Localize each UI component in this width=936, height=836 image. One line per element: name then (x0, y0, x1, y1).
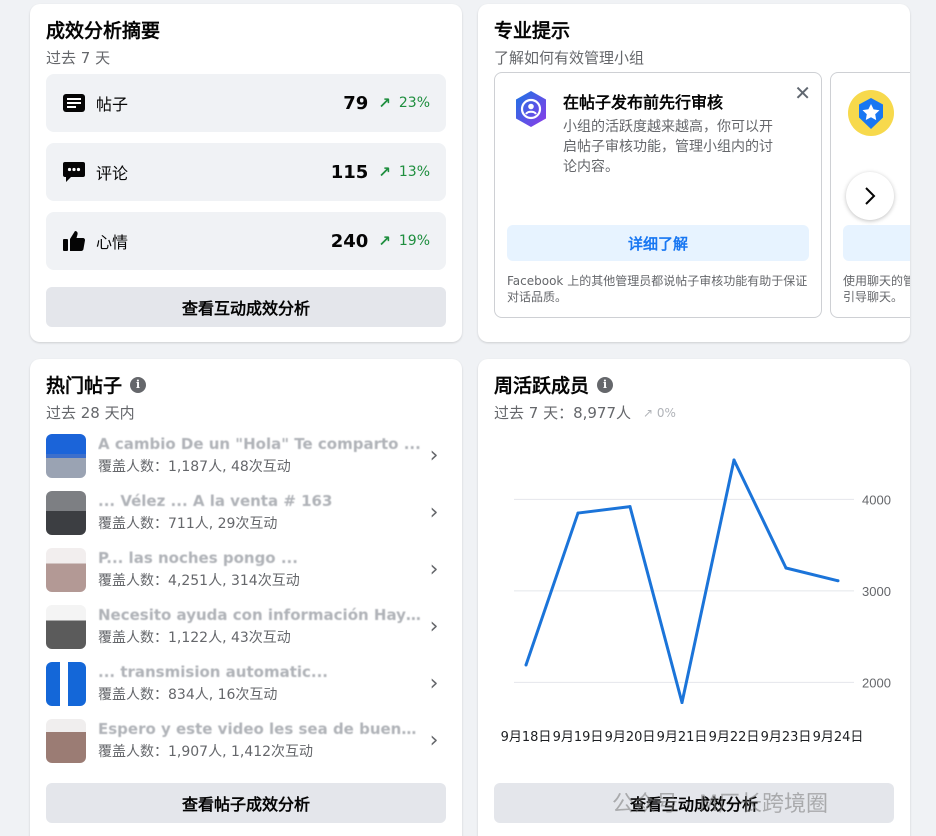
close-icon[interactable]: ✕ (794, 83, 811, 103)
x-tick-label: 9月22日 (709, 730, 760, 745)
watermark: 公众号 · M厂长跨境圈 (612, 792, 828, 817)
stat-row-comments: 评论 115 ↗ 13% (46, 143, 446, 201)
top-posts-subtitle: 过去 28 天内 (46, 404, 135, 422)
stat-value: 79 (343, 92, 369, 114)
post-row[interactable]: ... transmision automatic... 覆盖人数：834人, … (46, 655, 446, 712)
post-meta: 覆盖人数：4,251人, 314次互动 (98, 573, 300, 589)
post-thumbnail (46, 547, 86, 592)
tip-card-post-approval: 在帖子发布前先行审核 小组的活跃度越来越高，你可以开启帖子审核功能，管理小组内的… (494, 72, 822, 318)
post-title: P... las noches pongo ... (98, 549, 298, 567)
posts-icon (62, 92, 86, 114)
admin-badge-icon (847, 89, 895, 141)
post-meta: 覆盖人数：834人, 16次互动 (98, 687, 278, 703)
summary-title: 成效分析摘要 (46, 20, 161, 42)
stat-label: 评论 (96, 164, 129, 183)
stat-label: 心情 (96, 233, 129, 252)
post-meta: 覆盖人数：1,187人, 48次互动 (98, 459, 291, 475)
comment-icon (62, 161, 86, 183)
post-thumbnail (46, 718, 86, 763)
y-tick-label: 3000 (862, 584, 891, 599)
chevron-right-icon: › (429, 500, 439, 525)
stat-change: 13% (398, 164, 430, 180)
tip-body: 小组的活跃度越来越高，你可以开启帖子审核功能，管理小组内的讨论内容。 (563, 119, 773, 175)
post-title: Espero y este video les sea de buena m..… (98, 720, 422, 738)
trend-up-icon: ↗ (378, 94, 391, 112)
post-thumbnail (46, 604, 86, 649)
post-thumbnail (46, 490, 86, 535)
post-row[interactable]: ... Vélez ... A la venta # 163 覆盖人数：711人… (46, 484, 446, 541)
chevron-right-icon: › (429, 557, 439, 582)
view-post-insights-button[interactable]: 查看帖子成效分析 (46, 783, 446, 823)
next-tip-button[interactable] (846, 172, 894, 220)
x-tick-label: 9月24日 (813, 730, 864, 745)
series-line (524, 458, 839, 705)
y-tick-label: 4000 (862, 492, 891, 507)
top-posts-card: 热门帖子 i 过去 28 天内 A cambio De un "Hola" Te… (30, 359, 462, 836)
chevron-right-icon: › (429, 443, 439, 468)
post-meta: 覆盖人数：711人, 29次互动 (98, 516, 278, 532)
chat-learn-more-button[interactable] (843, 225, 910, 261)
y-tick-label: 2000 (862, 675, 891, 690)
tips-subtitle: 了解如何有效管理小组 (494, 49, 645, 67)
post-approval-icon (511, 89, 551, 133)
chevron-right-icon: › (429, 614, 439, 639)
stat-row-posts: 帖子 79 ↗ 23% (46, 74, 446, 132)
x-tick-label: 9月19日 (553, 730, 604, 745)
data-point[interactable] (784, 566, 788, 570)
summary-subtitle: 过去 7 天 (46, 49, 111, 67)
thumbs-up-icon (62, 230, 86, 252)
x-tick-label: 9月23日 (761, 730, 812, 745)
post-meta: 覆盖人数：1,122人, 43次互动 (98, 630, 291, 646)
data-point[interactable] (680, 701, 684, 705)
chevron-right-icon (865, 187, 876, 205)
post-thumbnail (46, 661, 86, 706)
data-point[interactable] (836, 579, 840, 583)
post-title: ... transmision automatic... (98, 663, 328, 681)
tip-footer: Facebook 上的其他管理员都说帖子审核功能有助于保证对话品质。 (507, 274, 808, 304)
tips-card: 专业提示 了解如何有效管理小组 在帖子发布前先行审核 小组的活跃度越来越高，你可… (478, 4, 910, 342)
trend-up-icon: ↗ (378, 232, 391, 250)
data-point[interactable] (576, 511, 580, 515)
data-point[interactable] (524, 663, 528, 667)
post-title: A cambio De un "Hola" Te comparto ... (98, 435, 421, 453)
trend-up-icon: ↗ (378, 163, 391, 181)
post-meta: 覆盖人数：1,907人, 1,412次互动 (98, 744, 314, 760)
info-icon[interactable]: i (130, 376, 147, 393)
learn-more-button[interactable]: 详细了解 (507, 225, 809, 261)
tip-footer: 使用聊天的管引导聊天。 (843, 274, 910, 304)
tip-title: 在帖子发布前先行审核 (563, 93, 724, 112)
view-engagement-insights-button[interactable]: 查看互动成效分析 (46, 287, 446, 327)
data-point[interactable] (732, 458, 736, 462)
weekly-active-card: 周活跃成员 i 过去 7 天：8,977人 ↗ 0% 2000 3000 4000 9… (478, 359, 910, 836)
stat-row-reactions: 心情 240 ↗ 19% (46, 212, 446, 270)
post-row[interactable]: P... las noches pongo ... 覆盖人数：4,251人, 3… (46, 541, 446, 598)
chevron-right-icon: › (429, 671, 439, 696)
post-title: Necesito ayuda con información Hay u... (98, 606, 422, 624)
weekly-active-chart: 2000300040009月18日 9月19日 9月20日 9月21日 9月22日 9月2… (501, 458, 891, 745)
tips-title: 专业提示 (494, 20, 571, 42)
stat-change: 23% (398, 95, 430, 111)
top-posts-title: 热门帖子 i (46, 371, 147, 398)
post-row[interactable]: A cambio De un "Hola" Te comparto ... 覆盖… (46, 427, 446, 484)
stat-label: 帖子 (96, 95, 129, 114)
stat-value: 115 (330, 161, 369, 183)
summary-card: 成效分析摘要 过去 7 天 帖子 79 ↗ 23% 评论 115 ↗ 13% 心… (30, 4, 462, 342)
x-tick-label: 9月20日 (605, 730, 656, 745)
stat-value: 240 (330, 230, 369, 252)
post-row[interactable]: Espero y este video les sea de buena m..… (46, 712, 446, 769)
x-tick-label: 9月18日 (501, 730, 552, 745)
data-point[interactable] (628, 505, 632, 509)
top-posts-title-text: 热门帖子 (46, 375, 123, 397)
post-row[interactable]: Necesito ayuda con información Hay u... … (46, 598, 446, 655)
stat-change: 19% (398, 233, 430, 249)
post-thumbnail (46, 433, 86, 478)
post-title: ... Vélez ... A la venta # 163 (98, 492, 333, 510)
x-tick-label: 9月21日 (657, 730, 708, 745)
chevron-right-icon: › (429, 728, 439, 753)
